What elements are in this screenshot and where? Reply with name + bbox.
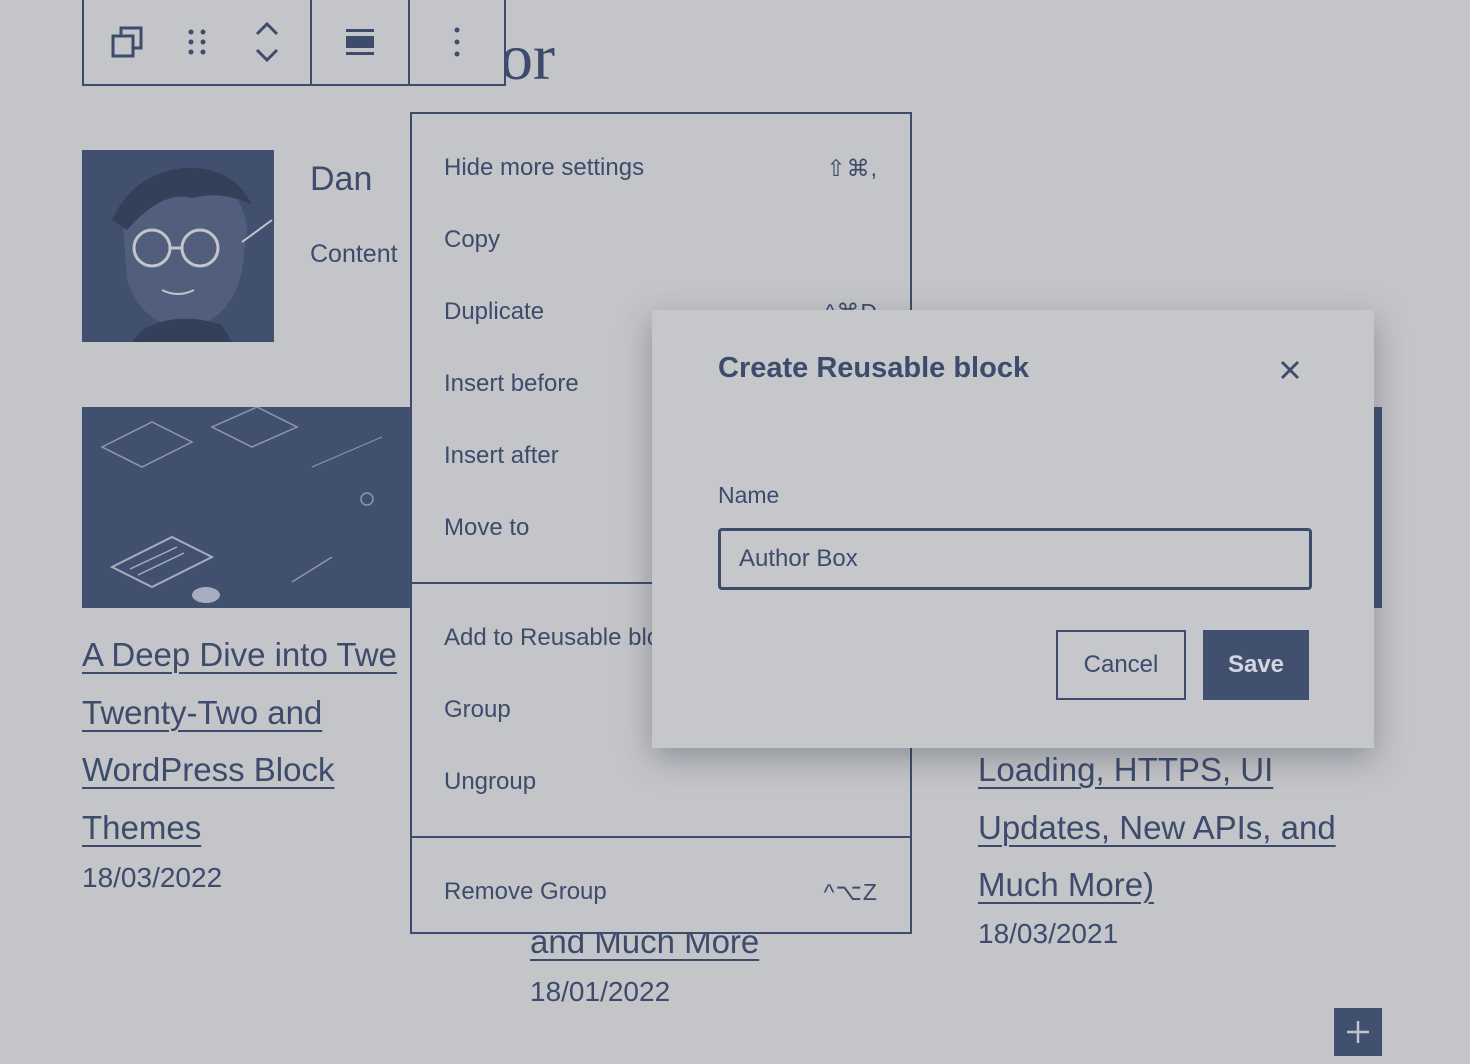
menu-item-label: Insert before <box>444 370 579 397</box>
menu-item-ungroup[interactable]: Ungroup <box>412 746 910 818</box>
isometric-illustration <box>82 407 422 608</box>
post-title-line[interactable]: Updates, New APIs, and <box>978 809 1336 846</box>
toolbar-group-align <box>312 0 410 84</box>
align-button[interactable] <box>329 0 391 84</box>
menu-item-label: Duplicate <box>444 298 545 325</box>
block-toolbar <box>82 0 506 86</box>
name-input[interactable] <box>718 528 1312 590</box>
post-title-line[interactable]: A Deep Dive into Twe <box>82 636 397 673</box>
modal-close-button[interactable] <box>1272 352 1308 388</box>
drag-handle-icon <box>188 29 206 55</box>
post-title-line[interactable]: Loading, HTTPS, UI <box>978 751 1273 788</box>
align-justify-icon <box>346 29 374 55</box>
menu-item-hide-more-settings[interactable]: Hide more settings ⇧⌘, <box>412 132 910 204</box>
menu-item-shortcut: ⇧⌘, <box>826 154 878 181</box>
post-date-2: 18/01/2022 <box>530 976 671 1007</box>
menu-item-label: Hide more settings <box>444 154 645 181</box>
avatar-illustration <box>82 150 274 342</box>
post-title-1[interactable]: A Deep Dive into Twe Twenty-Two and Word… <box>82 626 422 856</box>
transform-button[interactable] <box>96 0 158 84</box>
menu-item-label: Group <box>444 696 511 723</box>
cancel-button[interactable]: Cancel <box>1056 630 1186 700</box>
modal-title: Create Reusable block <box>718 352 1030 384</box>
post-date-3: 18/03/2021 <box>978 918 1119 949</box>
post-title-line[interactable]: Twenty-Two and <box>82 694 322 731</box>
plus-icon <box>1347 1021 1369 1043</box>
post-featured-image[interactable] <box>82 407 422 608</box>
move-up-down-button[interactable] <box>236 0 298 84</box>
menu-item-remove-group[interactable]: Remove Group ^⌥Z <box>412 856 910 928</box>
menu-item-label: Move to <box>444 514 530 541</box>
menu-item-copy[interactable]: Copy <box>412 204 910 276</box>
close-icon <box>1281 361 1299 379</box>
menu-section-remove: Remove Group ^⌥Z <box>412 838 910 946</box>
post-title-line[interactable]: Much More) <box>978 866 1154 903</box>
page-heading: or <box>500 21 555 94</box>
menu-item-shortcut: ^⌥Z <box>823 878 878 905</box>
menu-item-label: Copy <box>444 226 501 253</box>
copy-squares-icon <box>111 26 143 58</box>
post-date-1: 18/03/2022 <box>82 862 223 893</box>
name-field-label: Name <box>718 482 780 508</box>
author-bio: Content <box>310 240 398 268</box>
menu-item-label: Insert after <box>444 442 559 469</box>
options-button[interactable] <box>426 0 488 84</box>
menu-item-label: Remove Group <box>444 878 607 905</box>
avatar <box>82 150 274 342</box>
author-name: Dan <box>310 160 373 198</box>
post-title-line[interactable]: WordPress Block <box>82 751 334 788</box>
toolbar-group-options <box>410 0 504 84</box>
create-reusable-block-modal: Create Reusable block Name Cancel Save <box>652 310 1374 748</box>
more-vertical-icon <box>454 27 460 57</box>
save-button[interactable]: Save <box>1203 630 1309 700</box>
post-title-3[interactable]: Loading, HTTPS, UI Updates, New APIs, an… <box>978 741 1378 914</box>
drag-handle-button[interactable] <box>166 0 228 84</box>
menu-item-label: Ungroup <box>444 768 537 795</box>
toolbar-group-block <box>84 0 312 84</box>
chevron-up-down-icon <box>255 21 279 63</box>
block-inserter-button[interactable] <box>1334 1008 1382 1056</box>
post-title-line[interactable]: Themes <box>82 809 201 846</box>
